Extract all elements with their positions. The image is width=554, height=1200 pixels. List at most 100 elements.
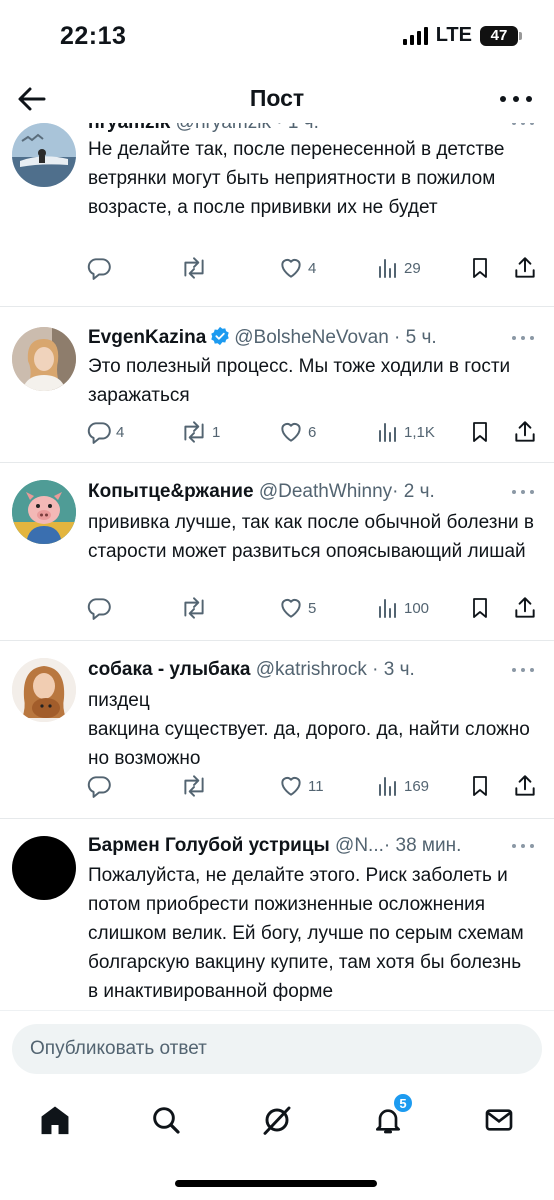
author-name[interactable]: Копытце&ржание: [88, 481, 254, 502]
views-button[interactable]: 1,1K: [376, 417, 435, 447]
bookmark-icon: [473, 598, 487, 618]
views-button[interactable]: 100: [376, 593, 429, 623]
battery-level: 47: [490, 27, 508, 44]
reply-button[interactable]: 4: [86, 417, 124, 447]
author-name[interactable]: собака - улыбака: [88, 659, 250, 680]
avatar[interactable]: [12, 836, 76, 900]
like-icon: [281, 598, 301, 618]
reply-button[interactable]: [86, 253, 116, 283]
author-name[interactable]: Бармен Голубой устрицы: [88, 835, 330, 856]
tweet-text-line: прививка лучше, так как после обычной бо…: [88, 512, 534, 562]
tweet-text: прививка лучше, так как после обычной бо…: [88, 508, 536, 566]
tab-messages[interactable]: [479, 1100, 519, 1140]
avatar[interactable]: [12, 480, 76, 544]
tab-notifications[interactable]: 5: [368, 1092, 414, 1140]
share-button[interactable]: [512, 253, 538, 283]
search-icon: [153, 1107, 180, 1134]
status-time: 22:13: [60, 22, 127, 50]
more-button[interactable]: [500, 84, 532, 114]
bookmark-button[interactable]: [468, 253, 492, 283]
bookmark-icon: [473, 776, 487, 796]
reply-button[interactable]: [86, 771, 116, 801]
tweet-actions: 5 100: [86, 593, 540, 623]
tweet-time[interactable]: · 2 ч.: [392, 481, 435, 502]
avatar-image: [12, 327, 76, 391]
views-count: 1,1K: [404, 423, 435, 441]
bookmark-icon: [473, 258, 487, 278]
bookmark-icon: [473, 422, 487, 442]
tweet-item[interactable]: Копытце&ржание @DeathWhinny· 2 ч. привив…: [0, 463, 554, 641]
author-handle[interactable]: @BolsheNeVovan: [234, 327, 389, 348]
tweet-time[interactable]: · 38 мин.: [384, 835, 461, 856]
like-button[interactable]: 4: [278, 253, 316, 283]
share-button[interactable]: [512, 593, 538, 623]
retweet-button[interactable]: [180, 771, 212, 801]
author-name[interactable]: nryamzik: [88, 123, 170, 133]
like-button[interactable]: 5: [278, 593, 316, 623]
reply-button[interactable]: [86, 593, 116, 623]
views-count: 29: [404, 259, 421, 277]
tweet-more-button[interactable]: [512, 123, 534, 127]
avatar[interactable]: [12, 327, 76, 391]
tab-home[interactable]: [35, 1100, 75, 1140]
avatar[interactable]: [12, 123, 76, 187]
retweet-button[interactable]: [180, 253, 212, 283]
author-name[interactable]: EvgenKazina: [88, 327, 206, 348]
reply-icon: [87, 598, 111, 620]
signal-icon: [402, 26, 428, 45]
avatar[interactable]: [12, 658, 76, 722]
views-button[interactable]: 29: [376, 253, 421, 283]
like-count: 4: [308, 259, 317, 277]
retweet-button[interactable]: [180, 593, 212, 623]
reply-count: 4: [116, 423, 125, 441]
tweet-more-button[interactable]: [512, 488, 534, 496]
tweet-item[interactable]: nryamzik @nryamzik · 1 ч. Не делайте так…: [0, 123, 554, 307]
tweet-more-button[interactable]: [512, 842, 534, 850]
author-handle[interactable]: @nryamzik: [176, 123, 271, 133]
retweet-button[interactable]: 1: [180, 417, 220, 447]
tweet-item[interactable]: собака - улыбака @katrishrock · 3 ч. пиз…: [0, 641, 554, 819]
share-button[interactable]: [512, 771, 538, 801]
author-handle[interactable]: @DeathWhinny: [259, 481, 392, 502]
share-button[interactable]: [512, 417, 538, 447]
views-icon: [379, 423, 396, 442]
tweet-more-button[interactable]: [512, 666, 534, 674]
share-icon: [515, 257, 535, 278]
tweet-time[interactable]: · 1 ч.: [276, 123, 319, 133]
tweet-item[interactable]: EvgenKazina @BolsheNeVovan · 5 ч. Это пол…: [0, 307, 554, 463]
like-count: 5: [308, 599, 317, 617]
tab-grok[interactable]: [257, 1100, 297, 1140]
views-button[interactable]: 169: [376, 771, 429, 801]
tweet-time[interactable]: · 3 ч.: [372, 659, 415, 680]
share-icon: [515, 421, 535, 442]
tweet-item[interactable]: Бармен Голубой устрицы @N...· 38 мин. По…: [0, 819, 554, 1010]
avatar-image: [12, 658, 76, 722]
bookmark-button[interactable]: [468, 593, 492, 623]
reply-input[interactable]: Опубликовать ответ: [12, 1024, 542, 1074]
tab-search[interactable]: [146, 1100, 186, 1140]
bookmark-button[interactable]: [468, 771, 492, 801]
like-icon: [281, 776, 301, 796]
reply-icon: [87, 776, 111, 798]
share-icon: [515, 597, 535, 618]
replies-feed[interactable]: nryamzik @nryamzik · 1 ч. Не делайте так…: [0, 123, 554, 1010]
tweet-text-line: Это полезный процесс. Мы тоже ходили в г…: [88, 356, 511, 406]
avatar-image: [12, 123, 76, 187]
tweet-time[interactable]: · 5 ч.: [394, 327, 437, 348]
tweet-actions: 4 29: [86, 253, 540, 283]
like-button[interactable]: 6: [278, 417, 316, 447]
tweet-text: Не делайте так, после перенесенной в дет…: [88, 135, 536, 222]
like-count: 11: [308, 777, 324, 795]
like-button[interactable]: 11: [278, 771, 324, 801]
like-count: 6: [308, 423, 317, 441]
tweet-text: Это полезный процесс. Мы тоже ходили в г…: [88, 352, 536, 410]
battery-icon: 47: [480, 25, 522, 46]
tweet-more-button[interactable]: [512, 334, 534, 342]
author-handle[interactable]: @katrishrock: [256, 659, 367, 680]
tweet-header: собака - улыбака @katrishrock · 3 ч.: [88, 658, 484, 682]
views-icon: [379, 777, 396, 796]
bookmark-button[interactable]: [468, 417, 492, 447]
mail-icon: [485, 1109, 513, 1131]
author-handle[interactable]: @N...: [335, 835, 384, 856]
retweet-icon: [184, 775, 204, 797]
